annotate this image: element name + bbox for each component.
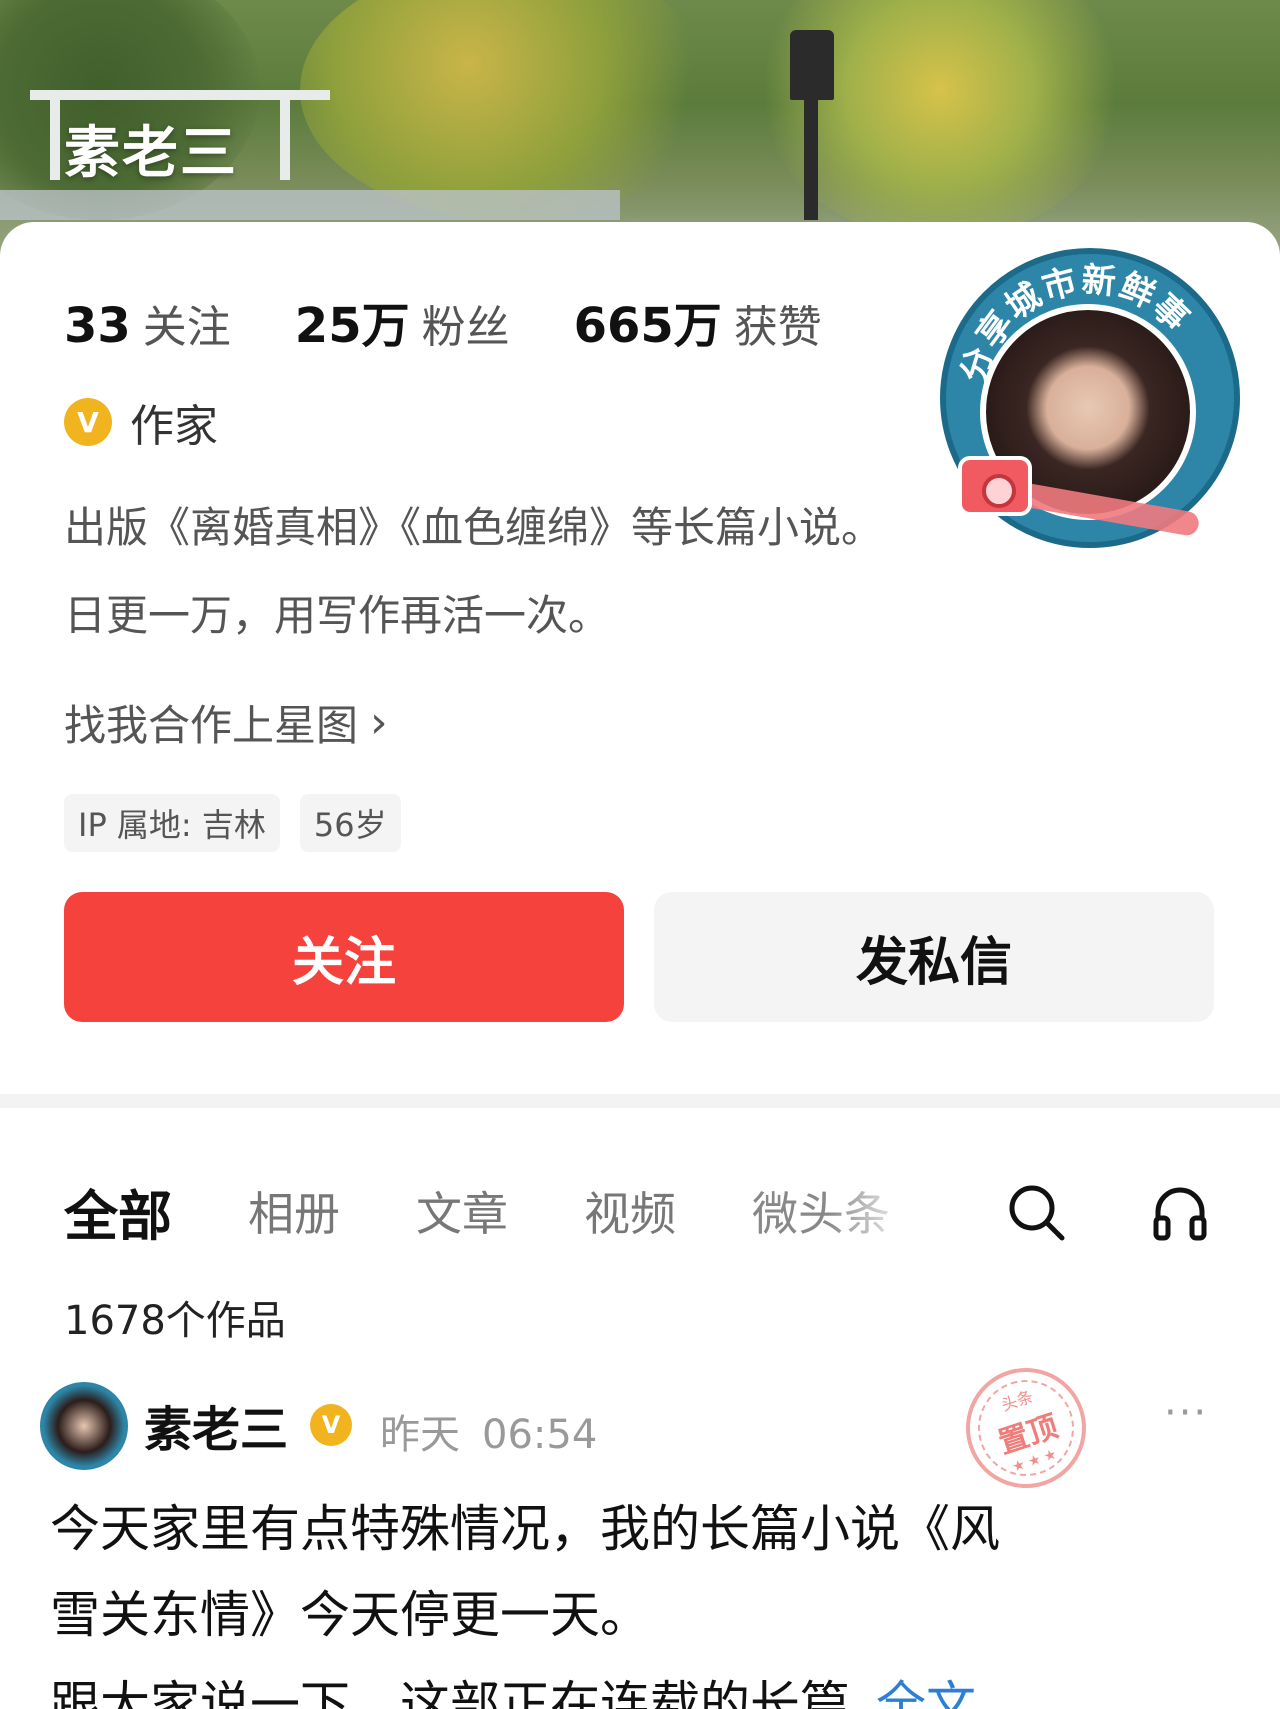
post-text-line: 跟大家说一下，这部正在连载的长篇 全文 <box>50 1662 976 1709</box>
stat-number: 665万 <box>573 298 722 354</box>
section-divider <box>0 1094 1280 1108</box>
post-header: 素老三 V 昨天 06:54 头条 置顶 ★★★ ··· <box>40 1352 1240 1504</box>
stat-number: 25万 <box>294 298 410 354</box>
profile-avatar[interactable]: 分享城市新鲜事 <box>940 248 1240 548</box>
banner-water <box>0 190 620 220</box>
post-text-partial: 跟大家说一下，这部正在连载的长篇 <box>50 1676 850 1709</box>
works-count: 1678个作品 <box>64 1298 286 1344</box>
search-icon[interactable] <box>1004 1180 1068 1244</box>
post-author[interactable]: 素老三 <box>144 1390 288 1460</box>
headphones-icon[interactable] <box>1148 1180 1212 1244</box>
verification-title: 作家 <box>130 401 218 452</box>
stat-following[interactable]: 33 关注 <box>64 291 231 355</box>
bio-line: 日更一万，用写作再活一次。 <box>64 591 611 640</box>
pinned-stamp-icon: 头条 置顶 ★★★ <box>950 1352 1102 1504</box>
banner-foliage <box>300 0 720 220</box>
stat-label: 关注 <box>142 302 231 353</box>
tag-age: 56岁 <box>299 794 401 852</box>
post-text-line: 雪关东情》今天停更一天。 <box>50 1586 650 1644</box>
post-content[interactable]: 今天家里有点特殊情况，我的长篇小说《风 雪关东情》今天停更一天。 跟大家说一下，… <box>50 1486 1230 1709</box>
camera-icon <box>958 456 1032 516</box>
profile-tags: IP 属地: 吉林 56岁 <box>64 794 421 852</box>
pinned-stamp-inner: 头条 置顶 ★★★ <box>965 1367 1087 1489</box>
cooperation-link[interactable]: 找我合作上星图 › <box>64 692 388 753</box>
tab-micro-posts[interactable]: 微头条 <box>752 1178 890 1244</box>
banner-lamp <box>790 30 834 100</box>
verified-badge-icon: V <box>310 1404 352 1446</box>
post-day: 昨天 <box>380 1412 460 1458</box>
tab-videos[interactable]: 视频 <box>584 1178 676 1244</box>
stat-number: 33 <box>64 298 131 354</box>
post-timestamp: 昨天 06:54 <box>380 1402 597 1460</box>
cooperation-label: 找我合作上星图 <box>64 701 359 750</box>
follow-button[interactable]: 关注 <box>64 892 624 1022</box>
verified-badge-icon: V <box>64 398 112 446</box>
tab-all[interactable]: 全部 <box>64 1172 172 1251</box>
verification-row: V 作家 <box>64 390 218 454</box>
more-options-icon[interactable]: ··· <box>1164 1390 1208 1436</box>
stat-followers[interactable]: 25万 粉丝 <box>295 286 510 356</box>
tag-ip-location: IP 属地: 吉林 <box>64 794 280 852</box>
profile-banner: 素老三 <box>0 0 1280 260</box>
post-time: 06:54 <box>482 1412 598 1458</box>
avatar[interactable] <box>40 1382 128 1470</box>
stat-label: 获赞 <box>733 302 822 353</box>
stat-label: 粉丝 <box>421 302 510 353</box>
banner-lamp-post <box>804 100 818 220</box>
profile-name: 素老三 <box>64 121 238 186</box>
full-text-link[interactable]: 全文 <box>876 1676 976 1709</box>
tab-albums[interactable]: 相册 <box>248 1178 340 1244</box>
message-button[interactable]: 发私信 <box>654 892 1214 1022</box>
profile-stats: 33 关注 25万 粉丝 665万 获赞 <box>64 286 886 356</box>
profile-card: 分享城市新鲜事 33 关注 25万 粉丝 665万 获赞 V 作家 出版《离婚真… <box>0 222 1280 1092</box>
tab-articles[interactable]: 文章 <box>416 1178 508 1244</box>
post-text-line: 今天家里有点特殊情况，我的长篇小说《风 <box>50 1500 1000 1558</box>
chevron-right-icon: › <box>370 697 388 748</box>
content-tabs: 全部 相册 文章 视频 微头条 <box>64 1176 1224 1248</box>
stat-likes[interactable]: 665万 获赞 <box>574 286 822 356</box>
action-buttons: 关注 发私信 <box>64 892 1214 1022</box>
